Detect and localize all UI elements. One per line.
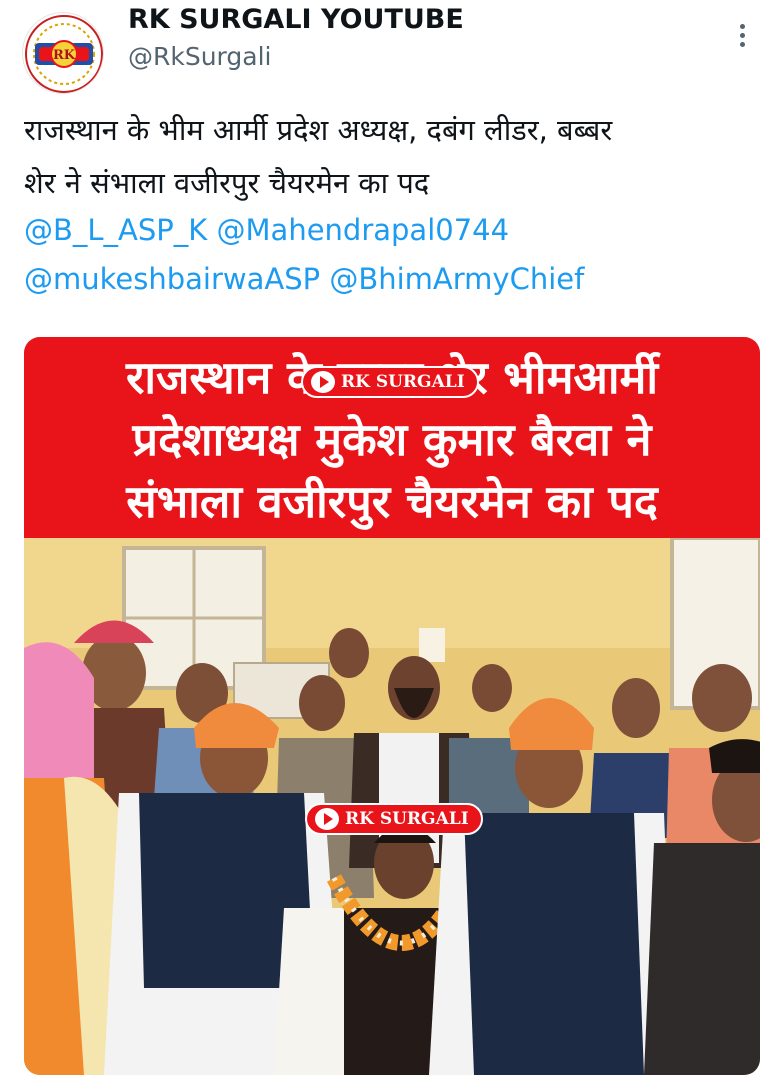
watermark-badge: RK SURGALI xyxy=(305,803,483,835)
tweet-mentions: @B_L_ASP_K @Mahendrapal0744 @mukeshbairw… xyxy=(24,206,764,304)
play-icon xyxy=(315,808,339,830)
tweet-media[interactable]: राजस्थान के बब्बर शेर भीमआर्मी प्रदेशाध्… xyxy=(24,337,760,1075)
tweet-header: RK RK SURGALI YOUTUBE @RkSurgali xyxy=(0,0,783,94)
mention-link[interactable]: @mukeshbairwaASP xyxy=(24,262,320,296)
vertical-ellipsis-icon[interactable] xyxy=(730,20,754,52)
watermark-text: RK SURGALI xyxy=(345,809,469,829)
banner-line: संभाला वजीरपुर चैयरमेन का पद xyxy=(126,475,658,528)
play-icon xyxy=(311,371,335,393)
tweet-text-line: शेर ने संभाला वजीरपुर चैयरमेन का पद xyxy=(24,166,430,200)
mention-link[interactable]: @BhimArmyChief xyxy=(329,262,584,296)
display-name[interactable]: RK SURGALI YOUTUBE xyxy=(128,4,464,35)
tweet-text-line: राजस्थान के भीम आर्मी प्रदेश अध्यक्ष, दब… xyxy=(24,113,613,147)
tweet-text: राजस्थान के भीम आर्मी प्रदेश अध्यक्ष, दब… xyxy=(24,104,764,210)
mention-link[interactable]: @Mahendrapal0744 xyxy=(217,213,510,247)
account-handle[interactable]: @RkSurgali xyxy=(128,42,271,71)
mention-link[interactable]: @B_L_ASP_K xyxy=(24,213,207,247)
avatar[interactable]: RK xyxy=(22,12,104,94)
watermark-badge: RK SURGALI xyxy=(301,366,479,398)
banner-line: प्रदेशाध्यक्ष मुकेश कुमार बैरवा ने xyxy=(132,413,652,466)
svg-text:RK: RK xyxy=(53,48,76,63)
rk-surgali-logo: RK xyxy=(25,15,103,93)
watermark-text: RK SURGALI xyxy=(341,372,465,392)
